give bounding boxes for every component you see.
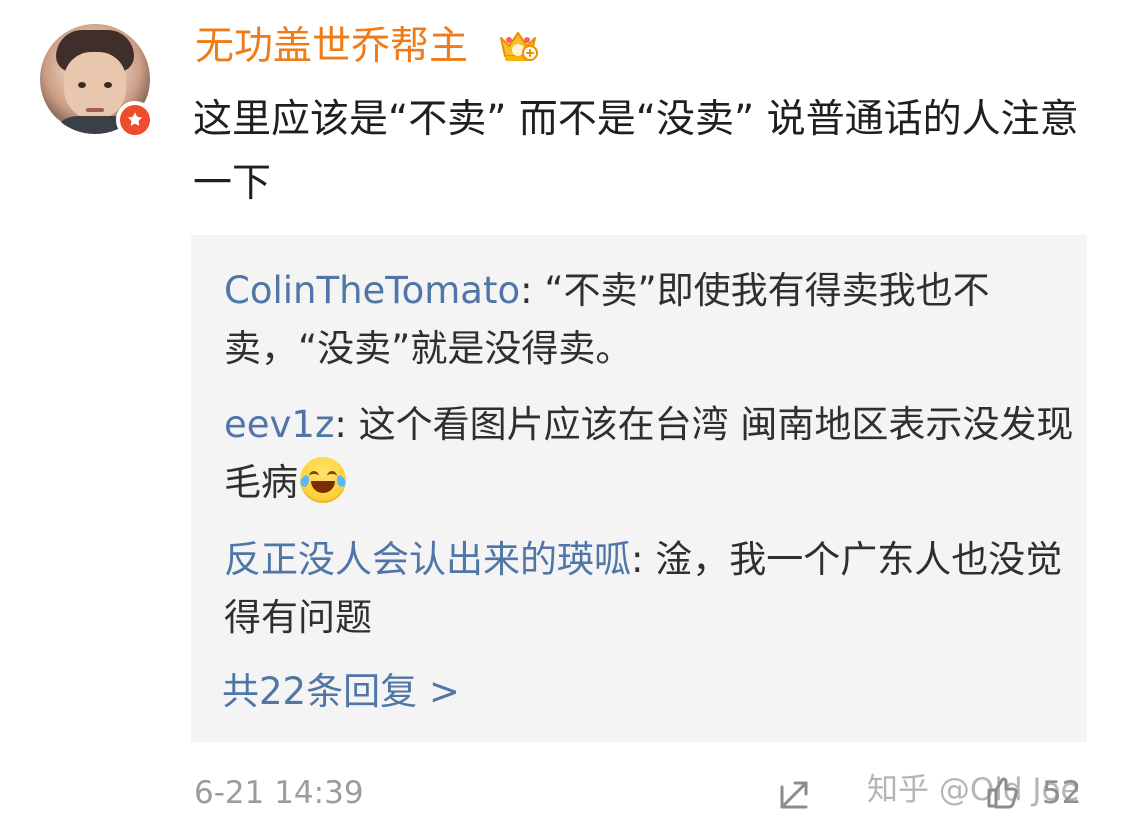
comment-username[interactable]: 无功盖世乔帮主: [195, 24, 468, 70]
laugh-cry-emoji-icon: [299, 457, 347, 503]
reply-separator: :: [520, 269, 545, 312]
comment-timestamp: 6-21 14:39: [194, 775, 364, 811]
comment-text: 这里应该是“不卖” 而不是“没卖” 说普通话的人注意一下: [193, 97, 1079, 206]
avatar-right-eye: [104, 82, 112, 88]
like-count: 52: [1042, 775, 1082, 811]
verified-badge-icon: [116, 101, 154, 139]
reply-author[interactable]: ColinTheTomato: [224, 269, 520, 312]
reply-item[interactable]: 反正没人会认出来的瑛呱: 淦，我一个广东人也没觉得有问题: [224, 531, 1074, 647]
reply-separator: :: [334, 403, 359, 446]
reply-item[interactable]: eev1z: 这个看图片应该在台湾 闽南地区表示没发现毛病: [224, 396, 1074, 512]
avatar-mouth: [86, 108, 104, 112]
vip-crown-icon: [495, 22, 541, 68]
reply-author[interactable]: 反正没人会认出来的瑛呱: [224, 538, 631, 581]
reply-item[interactable]: ColinTheTomato: “不卖”即使我有得卖我也不卖，“没卖”就是没得卖…: [224, 262, 1074, 378]
more-replies-link[interactable]: 共22条回复 >: [222, 668, 460, 716]
reply-author[interactable]: eev1z: [224, 403, 334, 446]
thumb-up-icon[interactable]: [981, 772, 1023, 814]
share-icon[interactable]: [775, 773, 817, 815]
reply-separator: :: [631, 538, 656, 581]
avatar-left-eye: [78, 82, 86, 88]
